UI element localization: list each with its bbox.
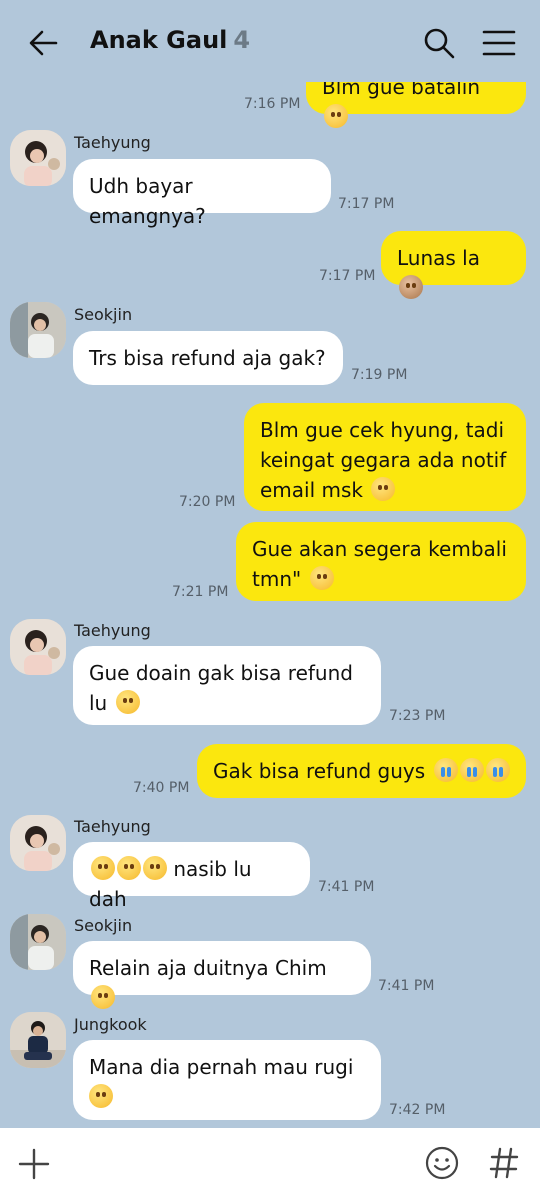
- hamburger-menu-icon[interactable]: [482, 27, 516, 59]
- avatar-seokjin[interactable]: [10, 914, 66, 970]
- message-time: 7:23 PM: [389, 708, 446, 724]
- relieved-face-emoji: [91, 985, 115, 1009]
- sender-name: Seokjin: [74, 916, 133, 935]
- message-time: 7:19 PM: [351, 367, 408, 383]
- message-text: Trs bisa refund aja gak?: [89, 346, 326, 370]
- message-bubble-outgoing[interactable]: Gak bisa refund guys: [197, 744, 526, 798]
- sender-name: Seokjin: [74, 305, 133, 324]
- rofl-emoji: [143, 856, 167, 880]
- message-bubble-incoming[interactable]: Mana dia pernah mau rugi: [73, 1040, 381, 1120]
- message-time: 7:42 PM: [389, 1102, 446, 1118]
- message-line: tmn": [252, 567, 302, 591]
- message-input-bar[interactable]: [0, 1128, 540, 1200]
- message-line: Mana dia pernah mau rugi: [89, 1055, 354, 1079]
- message-time: 7:17 PM: [319, 268, 376, 284]
- message-line: lu: [89, 691, 108, 715]
- message-bubble-outgoing[interactable]: Gue akan segera kembali tmn": [236, 522, 526, 601]
- message-text: Gak bisa refund guys: [213, 759, 426, 783]
- message-list[interactable]: Blm gue batalin 7:16 PM Taehyung Udh bay…: [0, 0, 540, 1128]
- arrow-left-icon[interactable]: [26, 26, 60, 60]
- message-time: 7:41 PM: [378, 978, 435, 994]
- avatar-seokjin[interactable]: [10, 302, 66, 358]
- message-line: Gue doain gak bisa refund: [89, 661, 353, 685]
- grinning-sweat-emoji: [371, 477, 396, 501]
- member-count: 4: [233, 26, 251, 54]
- message-line: Gue akan segera kembali: [252, 537, 507, 561]
- group-name: Anak Gaul: [90, 26, 228, 54]
- message-bubble-incoming[interactable]: nasib lu dah: [73, 842, 310, 911]
- message-text: Lunas la: [397, 246, 480, 270]
- sender-name: Taehyung: [74, 133, 151, 152]
- search-icon[interactable]: [422, 26, 456, 60]
- rofl-emoji: [91, 856, 115, 880]
- grinning-sweat-emoji: [324, 104, 348, 128]
- tears-of-joy-emoji: [115, 690, 140, 714]
- see-no-evil-monkey-emoji: [399, 275, 423, 299]
- sender-name: Jungkook: [74, 1015, 147, 1034]
- message-bubble-incoming[interactable]: Trs bisa refund aja gak?: [73, 331, 343, 385]
- crying-emoji: [433, 758, 458, 782]
- message-time: 7:20 PM: [179, 494, 236, 510]
- message-time: 7:40 PM: [133, 780, 190, 796]
- message-time: 7:17 PM: [338, 196, 395, 212]
- smiley-icon[interactable]: [424, 1145, 460, 1181]
- message-bubble-outgoing[interactable]: Lunas la: [381, 231, 526, 299]
- avatar-taehyung[interactable]: [10, 619, 66, 675]
- avatar-taehyung[interactable]: [10, 130, 66, 186]
- thinking-face-emoji: [89, 1084, 113, 1108]
- sender-name: Taehyung: [74, 817, 151, 836]
- message-line: email msk: [260, 478, 363, 502]
- crying-emoji: [459, 758, 484, 782]
- message-bubble-incoming[interactable]: Relain aja duitnya Chim: [73, 941, 371, 1009]
- hashtag-icon[interactable]: [488, 1146, 520, 1180]
- message-bubble-incoming[interactable]: Gue doain gak bisa refund lu: [73, 646, 381, 725]
- avatar-jungkook[interactable]: [10, 1012, 66, 1068]
- message-time: 7:41 PM: [318, 879, 375, 895]
- plus-icon[interactable]: [16, 1146, 52, 1182]
- saluting-face-emoji: [309, 566, 334, 590]
- message-text: Udh bayar emangnya?: [89, 174, 206, 228]
- crying-emoji: [485, 758, 510, 782]
- rofl-emoji: [117, 856, 141, 880]
- message-text: Relain aja duitnya Chim: [89, 956, 327, 980]
- message-time: 7:16 PM: [244, 96, 301, 112]
- chat-title: Anak Gaul 4: [90, 26, 250, 54]
- message-time: 7:21 PM: [172, 584, 229, 600]
- message-line: Blm gue cek hyung, tadi: [260, 418, 505, 442]
- message-line: keingat gegara ada notif: [260, 448, 507, 472]
- sender-name: Taehyung: [74, 621, 151, 640]
- message-bubble-outgoing[interactable]: Blm gue cek hyung, tadi keingat gegara a…: [244, 403, 526, 511]
- avatar-taehyung[interactable]: [10, 815, 66, 871]
- message-bubble-incoming[interactable]: Udh bayar emangnya?: [73, 159, 331, 228]
- chat-header: Anak Gaul 4: [0, 0, 540, 82]
